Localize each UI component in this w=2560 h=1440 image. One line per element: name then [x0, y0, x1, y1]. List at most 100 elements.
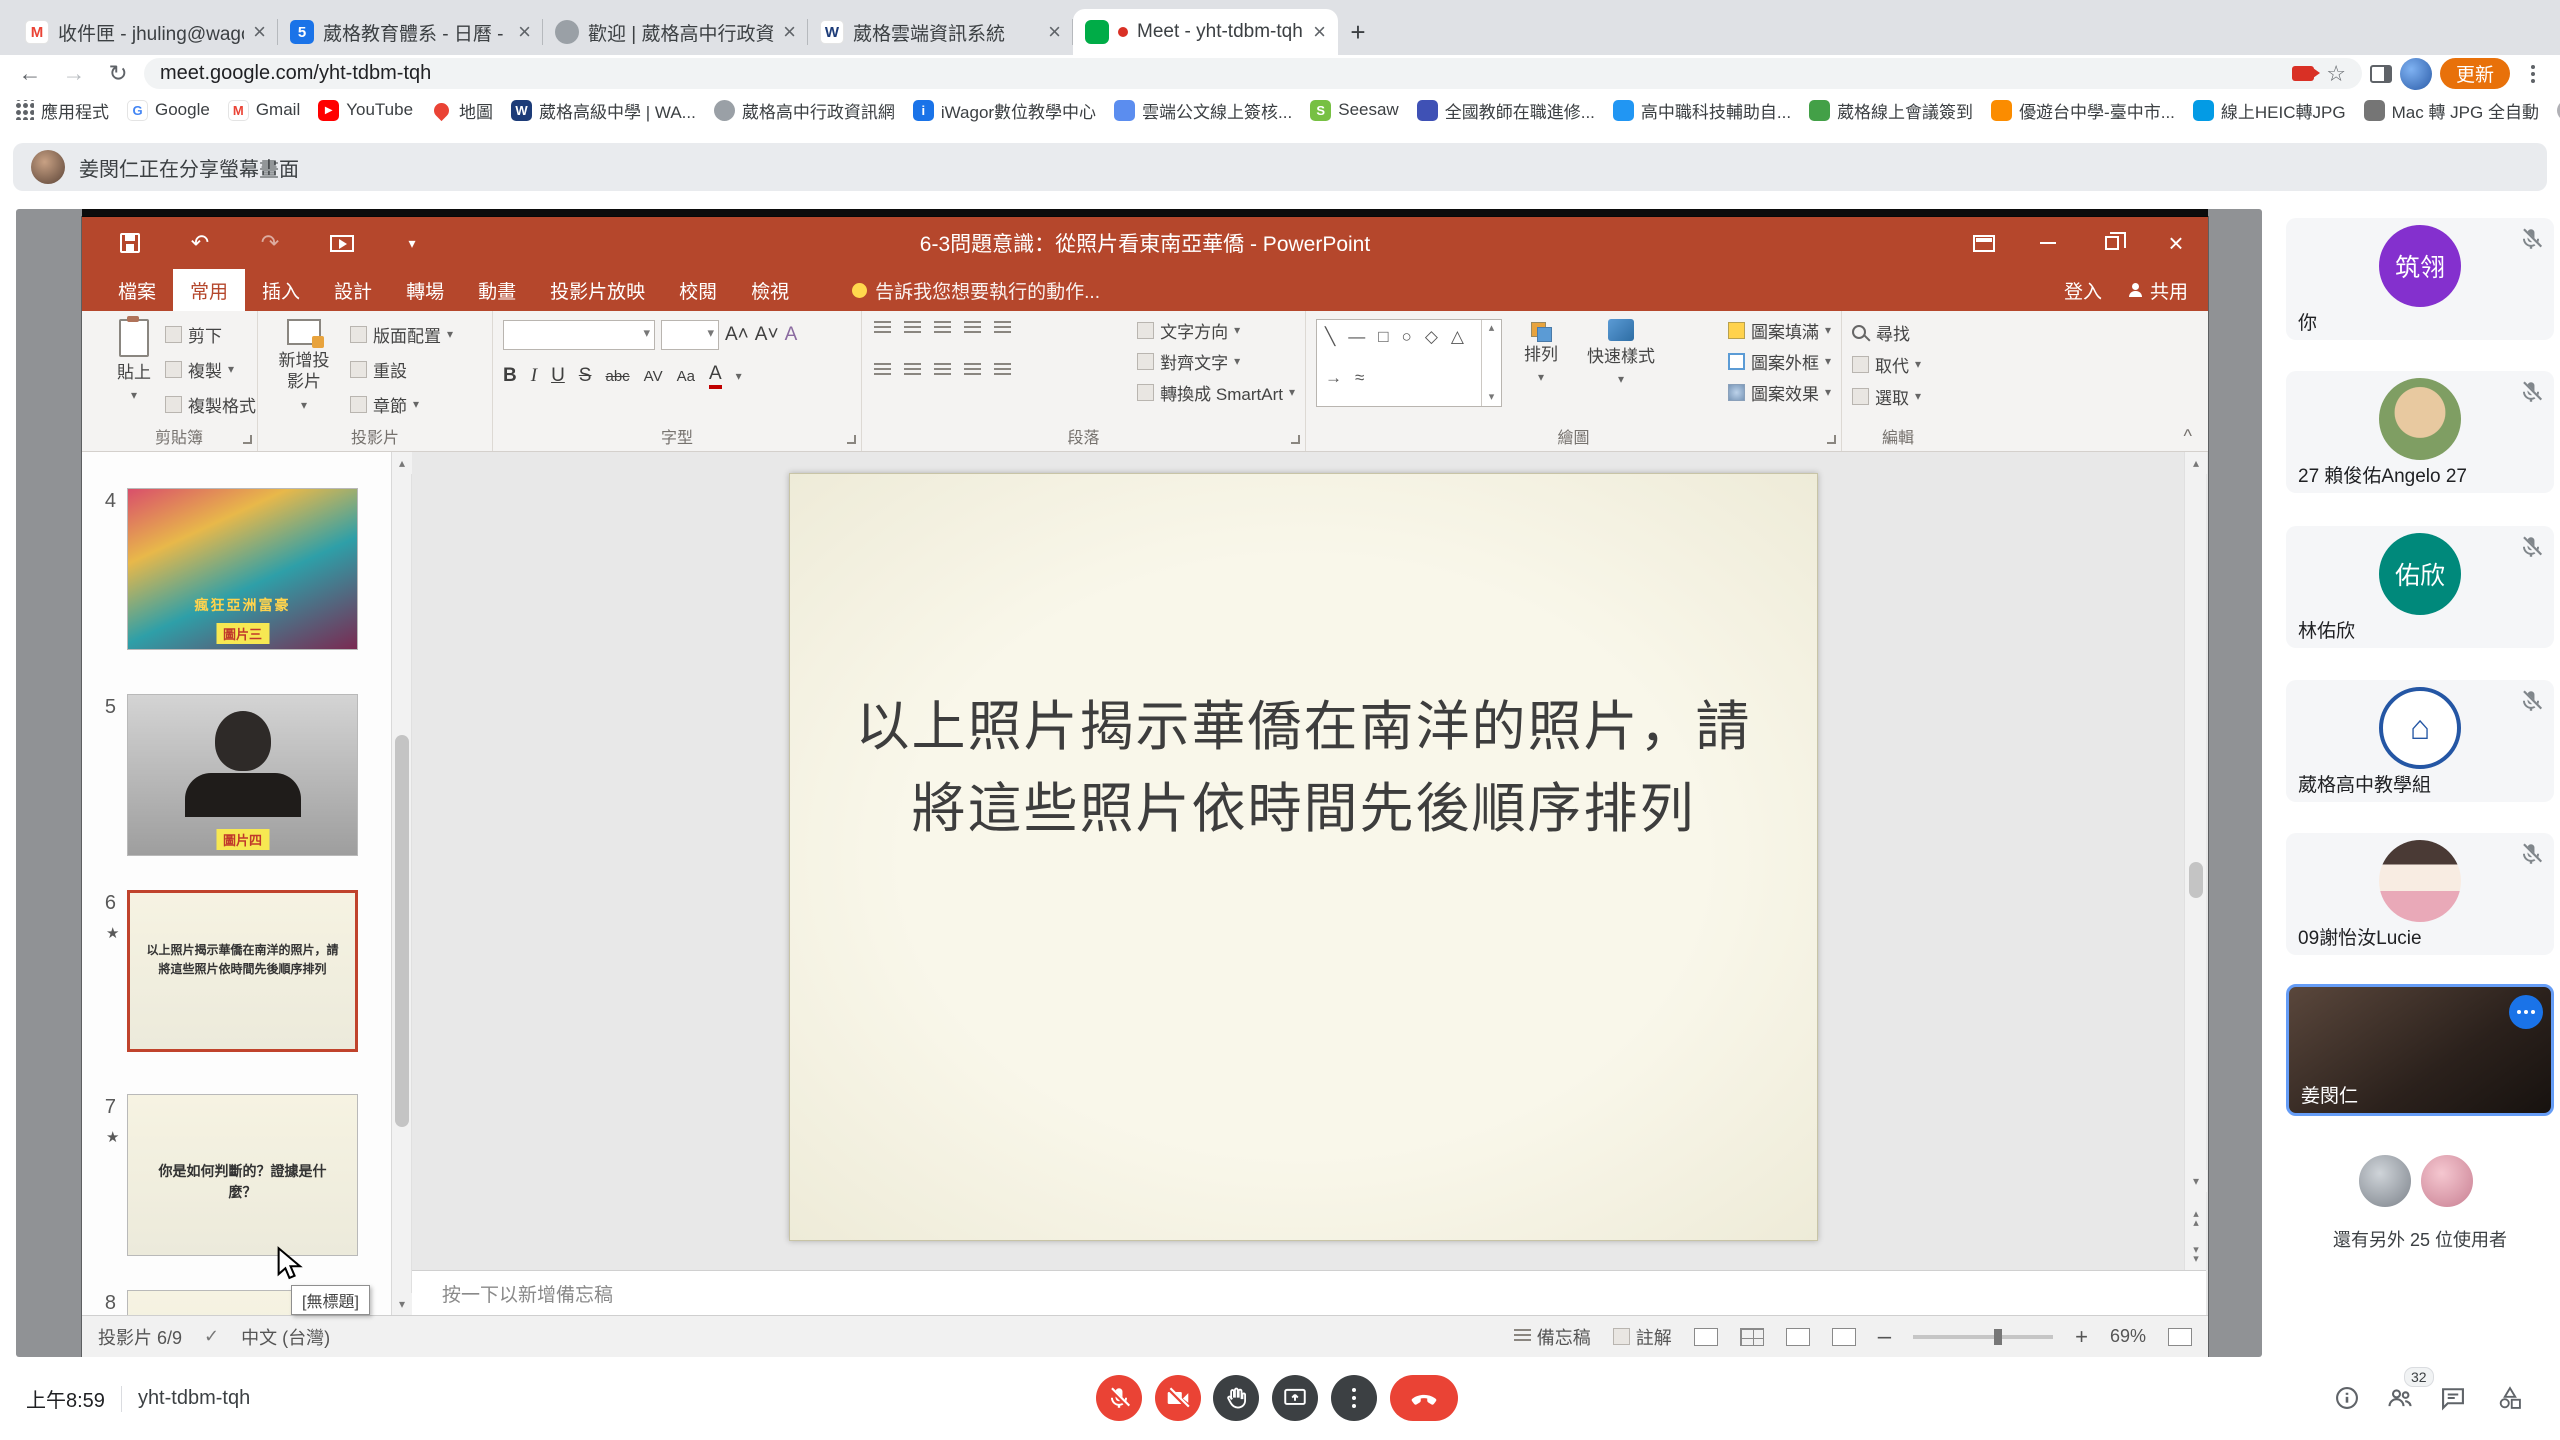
participant-tile[interactable]: 27 賴俊佑Angelo 27 — [2286, 371, 2554, 493]
increase-indent-icon[interactable] — [964, 321, 981, 336]
font-color-button[interactable]: A — [708, 363, 722, 389]
normal-view-button[interactable] — [1693, 1327, 1718, 1346]
meeting-details-icon[interactable] — [2333, 1384, 2361, 1412]
camera-in-use-icon[interactable] — [2292, 66, 2321, 81]
layout-button[interactable]: 版面配置 ▾ — [350, 321, 453, 347]
copy-button[interactable]: 複製 ▾ — [165, 356, 256, 382]
collapse-ribbon-icon[interactable]: ^ — [2184, 426, 2192, 447]
tab-view[interactable]: 檢視 — [734, 269, 806, 311]
shrink-font-button[interactable]: A˅ — [755, 324, 779, 346]
slide-thumbnail-4[interactable]: 瘋狂亞洲富豪 圖片三 — [127, 488, 358, 650]
format-painter-button[interactable]: 複製格式 — [165, 391, 256, 417]
bookmark-gmail[interactable]: M Gmail — [227, 99, 300, 121]
zoom-slider[interactable] — [1913, 1328, 2054, 1345]
shape-fill-button[interactable]: 圖案填滿 ▾ — [1727, 317, 1831, 343]
arrange-button[interactable]: 排列 ▾ — [1512, 319, 1570, 385]
shape-line-icon[interactable]: ╲ — [1325, 328, 1335, 359]
tab-file[interactable]: 檔案 — [101, 269, 173, 311]
shape-oval-icon[interactable]: ○ — [1402, 328, 1412, 359]
browser-tab-gmail[interactable]: M 收件匣 - jhuling@wagor.tc.edu × — [13, 9, 278, 55]
reset-button[interactable]: 重設 — [350, 356, 453, 382]
underline-button[interactable]: U — [551, 365, 565, 387]
tile-options-icon[interactable] — [2509, 995, 2543, 1029]
section-button[interactable]: 章節 ▾ — [350, 391, 453, 417]
sign-in-button[interactable]: 登入 — [2064, 277, 2102, 304]
shape-outline-button[interactable]: 圖案外框 ▾ — [1727, 348, 1831, 374]
shape-triangle-icon[interactable]: △ — [1451, 328, 1464, 359]
restore-button[interactable] — [2080, 217, 2144, 269]
zoom-level[interactable]: 69% — [2110, 1326, 2146, 1347]
participants-icon[interactable] — [2386, 1384, 2414, 1412]
tab-close-icon[interactable]: × — [253, 19, 266, 45]
tab-close-icon[interactable]: × — [783, 19, 796, 45]
back-button[interactable]: ← — [12, 57, 48, 91]
scroll-down-icon[interactable]: ▾ — [2185, 1170, 2207, 1192]
chrome-update-button[interactable]: 更新 — [2439, 58, 2510, 89]
slide-thumbnail-5[interactable]: 圖片四 — [127, 694, 358, 856]
bookmark-mac-jpg[interactable]: Mac 轉 JPG 全自動 — [2363, 98, 2539, 123]
shape-line2-icon[interactable]: — — [1348, 328, 1365, 359]
bookmark-edoc[interactable]: 雲端公文線上簽核... — [1114, 98, 1292, 123]
chat-icon[interactable] — [2439, 1384, 2467, 1412]
shapes-scrollbar[interactable]: ▴ ▾ — [1481, 320, 1501, 406]
dialog-launcher-icon[interactable] — [1291, 435, 1300, 444]
clear-formatting-button[interactable]: A — [785, 324, 798, 346]
dialog-launcher-icon[interactable] — [847, 435, 856, 444]
shadow-button[interactable]: abc — [605, 368, 629, 385]
bookmark-tech-assist[interactable]: 高中職科技輔助自... — [1612, 98, 1791, 123]
present-button[interactable] — [1272, 1375, 1318, 1421]
tell-me-box[interactable]: 告訴我您想要執行的動作... — [852, 277, 1100, 304]
bookmark-admin-site[interactable]: 葳格高中行政資訊網 — [713, 98, 895, 123]
align-text-button[interactable]: 對齊文字 ▾ — [1137, 348, 1240, 374]
new-slide-button[interactable]: 新增投影片 ▾ — [272, 319, 336, 413]
participant-video-tile-presenter[interactable]: 姜閔仁 — [2286, 984, 2554, 1116]
comments-toggle[interactable]: 註解 — [1612, 1324, 1672, 1350]
numbering-icon[interactable] — [904, 321, 921, 336]
participant-tile[interactable]: 筑翎 你 — [2286, 218, 2554, 340]
quick-styles-button[interactable]: 快速樣式 ▾ — [1578, 319, 1664, 387]
more-options-button[interactable] — [1331, 1375, 1377, 1421]
shape-effects-button[interactable]: 圖案效果 ▾ — [1727, 379, 1831, 405]
grow-font-button[interactable]: A˄ — [725, 324, 749, 346]
browser-tab-calendar[interactable]: 5 葳格教育體系 - 日曆 - 2022年5月 × — [278, 9, 543, 55]
decrease-indent-icon[interactable] — [934, 321, 951, 336]
browser-tab-cloud-system[interactable]: W 葳格雲端資訊系統 × — [808, 9, 1073, 55]
strikethrough-button[interactable]: S — [579, 365, 592, 387]
text-direction-button[interactable]: 文字方向 ▾ — [1137, 317, 1240, 343]
bold-button[interactable]: B — [503, 365, 517, 387]
dialog-launcher-icon[interactable] — [1827, 435, 1836, 444]
share-button[interactable]: 共用 — [2128, 277, 2188, 304]
slideshow-view-button[interactable] — [1831, 1327, 1856, 1346]
replace-button[interactable]: 取代 ▾ — [1852, 351, 1921, 377]
tab-animations[interactable]: 動畫 — [461, 269, 533, 311]
bookmark-iwagor[interactable]: i iWagor數位教學中心 — [912, 98, 1096, 123]
tab-review[interactable]: 校閱 — [662, 269, 734, 311]
camera-toggle-button[interactable] — [1155, 1375, 1201, 1421]
bookmark-google[interactable]: G Google — [127, 99, 210, 121]
language-indicator[interactable]: 中文 (台灣) — [241, 1324, 330, 1350]
shape-arrow-icon[interactable]: → — [1325, 369, 1342, 400]
reading-view-button[interactable] — [1785, 1327, 1810, 1346]
zoom-slider-thumb[interactable] — [1994, 1328, 2003, 1345]
align-left-icon[interactable] — [874, 363, 891, 378]
shape-curve-icon[interactable]: ≈ — [1355, 369, 1364, 400]
scroll-up-icon[interactable]: ▴ — [2185, 452, 2207, 474]
slide-body-text[interactable]: 以上照片揭示華僑在南洋的照片，請 將這些照片依時間先後順序排列 — [790, 686, 1817, 850]
editor-scrollbar[interactable]: ▴ ▾ ▴ ▴ ▾ ▾ — [2184, 452, 2207, 1270]
bookmark-wagor-hs[interactable]: W 葳格高級中學 | WA... — [511, 98, 696, 123]
more-participants-tile[interactable]: 還有另外 25 位使用者 — [2286, 1140, 2554, 1262]
slide-thumbnail-6-selected[interactable]: 以上照片揭示華僑在南洋的照片，請將這些照片依時間先後順序排列 — [127, 890, 358, 1052]
ribbon-display-options-button[interactable] — [1952, 217, 2016, 269]
scrollbar-thumb[interactable] — [395, 735, 409, 1127]
browser-tab-school-site[interactable]: 歡迎 | 葳格高中行政資訊網 × — [543, 9, 808, 55]
find-button[interactable]: 尋找 — [1852, 319, 1910, 345]
bookmark-teacher-training[interactable]: 全國教師在職進修... — [1416, 98, 1595, 123]
slide-thumbnail-7[interactable]: 你是如何判斷的？證據是什麼？ — [127, 1094, 358, 1256]
participant-tile[interactable]: ⌂ 葳格高中教學組 — [2286, 680, 2554, 802]
align-center-icon[interactable] — [904, 363, 921, 378]
raise-hand-button[interactable] — [1213, 1375, 1259, 1421]
side-panel-icon[interactable] — [2369, 64, 2392, 83]
shapes-gallery[interactable]: ╲ — □ ○ ◇ △ → ≈ ▴ ▾ — [1316, 319, 1502, 407]
bookmark-taichung-learn[interactable]: 優遊台中學-臺中市... — [1991, 98, 2175, 123]
current-slide[interactable]: 以上照片揭示華僑在南洋的照片，請 將這些照片依時間先後順序排列 — [789, 473, 1818, 1241]
